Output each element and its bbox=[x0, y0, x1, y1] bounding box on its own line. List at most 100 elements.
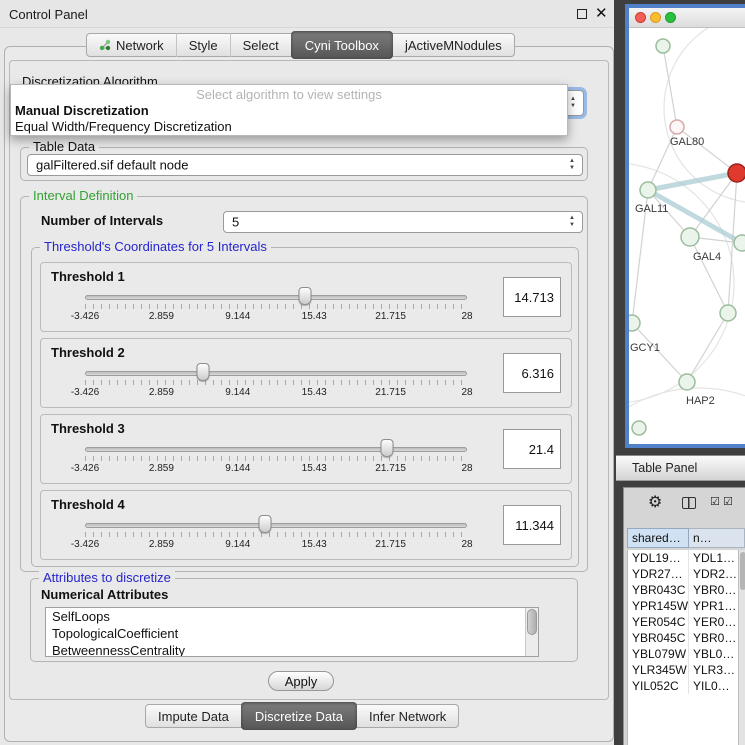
slider-ticks bbox=[85, 304, 467, 309]
slider-track[interactable] bbox=[85, 523, 467, 528]
control-panel-tabbar: Network Style Select Cyni Toolbox jActiv… bbox=[86, 33, 515, 57]
table-row[interactable]: YDL19…YDL1… bbox=[628, 550, 738, 566]
restore-window-icon[interactable] bbox=[577, 9, 587, 19]
slider-handle[interactable] bbox=[380, 439, 393, 457]
interval-definition-group: Interval Definition Number of Intervals … bbox=[20, 196, 588, 572]
network-node[interactable] bbox=[629, 315, 640, 331]
threshold-value-input[interactable]: 21.4 bbox=[503, 429, 561, 469]
zoom-traffic-icon[interactable] bbox=[665, 12, 676, 23]
table-row[interactable]: YBL079WYBL0… bbox=[628, 646, 738, 662]
slider-handle[interactable] bbox=[299, 287, 312, 305]
tab-discretize-data[interactable]: Discretize Data bbox=[241, 702, 357, 730]
network-node[interactable] bbox=[734, 235, 745, 251]
close-window-icon[interactable]: ✕ bbox=[595, 5, 608, 23]
scale-label: 15.43 bbox=[302, 539, 327, 550]
scrollbar-thumb[interactable] bbox=[740, 552, 745, 590]
number-of-intervals-combobox[interactable]: 5 bbox=[223, 211, 583, 233]
checkbox-icon[interactable]: ☑ bbox=[723, 495, 733, 509]
close-traffic-icon[interactable] bbox=[635, 12, 646, 23]
table-row[interactable]: YIL052CYIL0… bbox=[628, 678, 738, 694]
tab-infer-network[interactable]: Infer Network bbox=[357, 704, 458, 728]
tab-style[interactable]: Style bbox=[176, 33, 230, 57]
list-item[interactable]: BetweennessCentrality bbox=[46, 642, 538, 657]
tab-cyni-toolbox[interactable]: Cyni Toolbox bbox=[291, 31, 393, 59]
cell: YPR145W bbox=[628, 598, 689, 614]
dropdown-prompt: Select algorithm to view settings bbox=[11, 87, 567, 103]
minimize-traffic-icon[interactable] bbox=[650, 12, 661, 23]
cell: YBR0… bbox=[689, 630, 738, 646]
table-row[interactable]: YPR145WYPR1… bbox=[628, 598, 738, 614]
cell: YPR1… bbox=[689, 598, 738, 614]
threshold-slider[interactable]: -3.426 2.859 9.144 15.43 21.715 28 bbox=[85, 441, 467, 481]
column-header-name[interactable]: n… bbox=[689, 528, 745, 548]
network-node[interactable] bbox=[681, 228, 699, 246]
vertical-scrollbar[interactable] bbox=[738, 550, 745, 745]
slider-track[interactable] bbox=[85, 447, 467, 452]
tab-select[interactable]: Select bbox=[230, 33, 291, 57]
slider-track[interactable] bbox=[85, 371, 467, 376]
cell: YBR045C bbox=[628, 630, 689, 646]
column-header-shared-name[interactable]: shared… bbox=[627, 528, 689, 548]
list-item[interactable]: TopologicalCoefficient bbox=[46, 625, 538, 642]
node-label: GAL11 bbox=[635, 203, 668, 215]
threshold-slider[interactable]: -3.426 2.859 9.144 15.43 21.715 28 bbox=[85, 289, 467, 329]
network-node[interactable] bbox=[656, 39, 670, 53]
scale-label: 21.715 bbox=[375, 387, 406, 398]
tab-discretize-label: Discretize Data bbox=[255, 709, 343, 724]
network-node[interactable] bbox=[632, 421, 646, 435]
gear-icon[interactable]: ⚙ bbox=[648, 494, 662, 512]
slider-handle[interactable] bbox=[258, 515, 271, 533]
checkbox-icon[interactable]: ☑ bbox=[710, 495, 720, 509]
threshold-slider[interactable]: -3.426 2.859 9.144 15.43 21.715 28 bbox=[85, 517, 467, 557]
scale-label: 9.144 bbox=[225, 539, 250, 550]
network-node[interactable] bbox=[679, 374, 695, 390]
combo-stepper-icon bbox=[566, 158, 578, 172]
columns-icon[interactable] bbox=[682, 497, 696, 509]
slider-handle[interactable] bbox=[197, 363, 210, 381]
scale-label: 9.144 bbox=[225, 311, 250, 322]
network-canvas[interactable]: GAL80 GAL11 GAL4 GCY1 HAP2 bbox=[629, 28, 745, 444]
control-panel-titlebar: Control Panel bbox=[0, 0, 616, 28]
table-row[interactable]: YBR043CYBR0… bbox=[628, 582, 738, 598]
apply-button[interactable]: Apply bbox=[268, 671, 334, 691]
network-graph: GAL80 GAL11 GAL4 GCY1 HAP2 bbox=[629, 28, 745, 444]
scale-label: 2.859 bbox=[149, 387, 174, 398]
threshold-value-input[interactable]: 6.316 bbox=[503, 353, 561, 393]
dropdown-option-equal-width[interactable]: Equal Width/Frequency Discretization bbox=[11, 119, 567, 135]
threshold-panel: Threshold 4 -3.426 2.859 9.144 15.43 21.… bbox=[40, 490, 572, 560]
attributes-listbox[interactable]: SelfLoops TopologicalCoefficient Between… bbox=[45, 607, 539, 657]
dropdown-option-manual[interactable]: Manual Discretization bbox=[11, 103, 567, 119]
threshold-value-input[interactable]: 14.713 bbox=[503, 277, 561, 317]
table-row[interactable]: YDR27…YDR2… bbox=[628, 566, 738, 582]
table-body: YDL19…YDL1… YDR27…YDR2… YBR043CYBR0… YPR… bbox=[627, 550, 738, 745]
tab-jactivemnodules[interactable]: jActiveMNodules bbox=[393, 33, 514, 57]
cell: YBR043C bbox=[628, 582, 689, 598]
network-window-titlebar[interactable] bbox=[629, 8, 745, 28]
threshold-slider[interactable]: -3.426 2.859 9.144 15.43 21.715 28 bbox=[85, 365, 467, 405]
scale-label: 2.859 bbox=[149, 311, 174, 322]
list-item[interactable]: SelfLoops bbox=[46, 608, 538, 625]
vertical-scrollbar[interactable] bbox=[525, 608, 538, 656]
scrollbar-thumb[interactable] bbox=[527, 609, 537, 635]
threshold-label: Threshold 4 bbox=[51, 497, 125, 512]
network-node[interactable] bbox=[670, 120, 684, 134]
slider-track[interactable] bbox=[85, 295, 467, 300]
table-row[interactable]: YBR045CYBR0… bbox=[628, 630, 738, 646]
thresholds-group-title: Threshold's Coordinates for 5 Intervals bbox=[40, 239, 271, 254]
tab-network[interactable]: Network bbox=[87, 33, 176, 57]
tab-impute-data[interactable]: Impute Data bbox=[146, 704, 241, 728]
scale-label: 9.144 bbox=[225, 463, 250, 474]
cell: YDR2… bbox=[689, 566, 738, 582]
tab-select-label: Select bbox=[243, 38, 279, 53]
scale-label: 28 bbox=[461, 539, 472, 550]
node-label: HAP2 bbox=[686, 395, 715, 407]
network-node-selected[interactable] bbox=[728, 164, 745, 182]
network-node[interactable] bbox=[720, 305, 736, 321]
table-row[interactable]: YER054CYER0… bbox=[628, 614, 738, 630]
table-data-value: galFiltered.sif default node bbox=[36, 158, 188, 173]
network-node[interactable] bbox=[640, 182, 656, 198]
threshold-value-input[interactable]: 11.344 bbox=[503, 505, 561, 545]
table-data-combobox[interactable]: galFiltered.sif default node bbox=[27, 154, 583, 176]
threshold-label: Threshold 2 bbox=[51, 345, 125, 360]
table-row[interactable]: YLR345WYLR3… bbox=[628, 662, 738, 678]
